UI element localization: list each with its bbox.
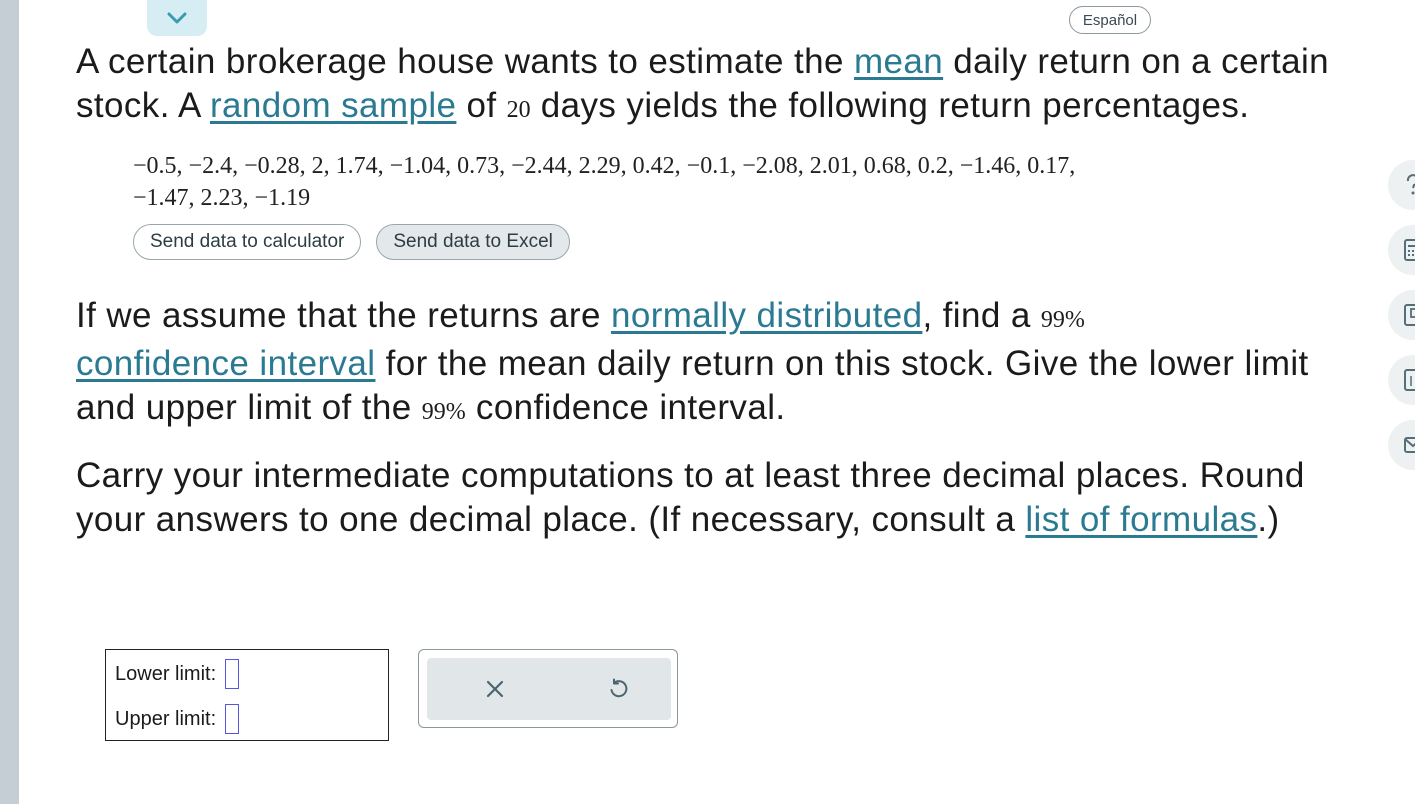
- help-icon: [1406, 174, 1415, 195]
- task-text-2: , find a: [922, 296, 1041, 335]
- upper-limit-row: Upper limit:: [115, 704, 240, 734]
- clear-button[interactable]: [475, 669, 515, 709]
- confidence-level: 99%: [1040, 307, 1085, 333]
- calculator-tool-button[interactable]: [1388, 225, 1415, 275]
- instructions-text-2: .): [1257, 500, 1280, 539]
- mean-link[interactable]: mean: [854, 42, 943, 81]
- sample-size: 20: [506, 97, 531, 123]
- question-task: If we assume that the returns are normal…: [76, 294, 1336, 434]
- book-tool-button[interactable]: [1388, 290, 1415, 340]
- notes-tool-button[interactable]: [1388, 355, 1415, 405]
- collapse-toggle[interactable]: [147, 0, 207, 36]
- random-sample-link[interactable]: random sample: [210, 86, 456, 125]
- lower-limit-input[interactable]: [225, 659, 240, 689]
- undo-icon: [610, 678, 628, 698]
- language-toggle-button[interactable]: Español: [1069, 6, 1151, 34]
- task-text-1: If we assume that the returns are: [76, 296, 611, 335]
- confidence-interval-link[interactable]: confidence interval: [76, 344, 375, 383]
- mail-icon: [1404, 437, 1415, 453]
- answer-action-panel: [418, 649, 678, 728]
- calculator-icon: [1404, 239, 1415, 261]
- lower-limit-row: Lower limit:: [115, 659, 240, 689]
- upper-limit-input[interactable]: [225, 704, 240, 734]
- data-line-2: −1.47, 2.23, −1.19: [133, 185, 311, 211]
- answer-box: Lower limit: Upper limit:: [105, 649, 389, 741]
- send-to-excel-button[interactable]: Send data to Excel: [376, 224, 570, 260]
- data-set: −0.5, −2.4, −0.28, 2, 1.74, −1.04, 0.73,…: [133, 150, 1273, 260]
- intro-text-1: A certain brokerage house wants to estim…: [76, 42, 854, 81]
- upper-limit-label: Upper limit:: [115, 707, 217, 730]
- intro-text-3: of: [456, 86, 507, 125]
- formulas-link[interactable]: list of formulas: [1025, 500, 1257, 539]
- data-button-row: Send data to calculator Send data to Exc…: [133, 224, 1273, 260]
- task-text-4: confidence interval.: [465, 388, 786, 427]
- intro-text-4: days yields the following return percent…: [530, 86, 1250, 125]
- confidence-level: 99%: [421, 399, 466, 425]
- close-icon: [486, 680, 504, 698]
- book-icon: [1404, 304, 1415, 326]
- normally-distributed-link[interactable]: normally distributed: [611, 296, 922, 335]
- question-instructions: Carry your intermediate computations to …: [76, 454, 1336, 542]
- notes-icon: [1404, 369, 1415, 391]
- question-intro: A certain brokerage house wants to estim…: [76, 40, 1336, 132]
- chevron-down-icon: [167, 12, 187, 24]
- mail-tool-button[interactable]: [1388, 420, 1415, 470]
- help-tool-button[interactable]: [1388, 160, 1415, 210]
- left-sidebar-strip: [0, 0, 19, 804]
- undo-button[interactable]: [598, 669, 638, 709]
- send-to-calculator-button[interactable]: Send data to calculator: [133, 224, 362, 260]
- question-content: A certain brokerage house wants to estim…: [76, 40, 1336, 542]
- data-line-1: −0.5, −2.4, −0.28, 2, 1.74, −1.04, 0.73,…: [133, 153, 1076, 179]
- action-button-tray: [427, 658, 671, 720]
- lower-limit-label: Lower limit:: [115, 662, 217, 685]
